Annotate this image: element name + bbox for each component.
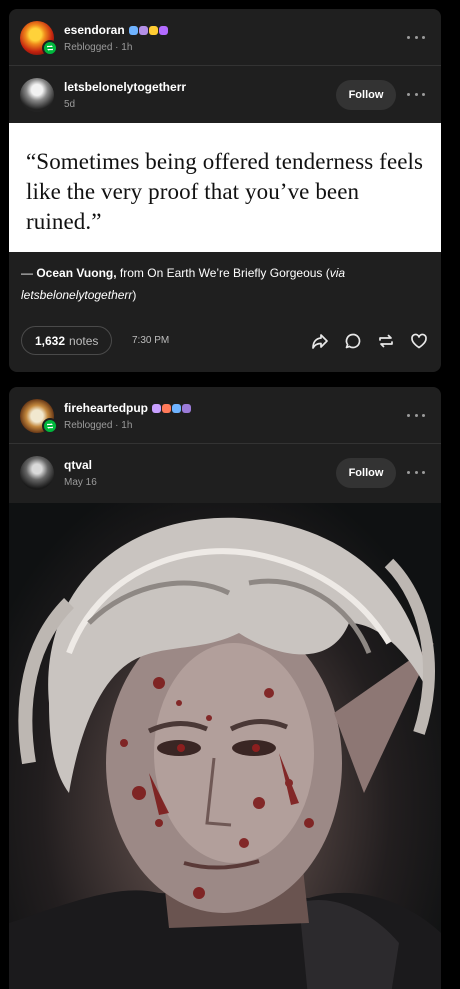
- quote-author: Ocean Vuong,: [36, 266, 117, 280]
- reblog-header: esendoran Reblogged · 1h: [9, 9, 441, 66]
- post-card: fireheartedpup Reblogged · 1h qtval May …: [9, 387, 441, 989]
- follow-button[interactable]: Follow: [336, 80, 396, 110]
- post-age: May 16: [64, 477, 97, 488]
- author-username[interactable]: qtval: [64, 458, 92, 472]
- more-options-icon[interactable]: [407, 86, 425, 102]
- post-actions: [310, 331, 429, 351]
- badge-icon: [148, 25, 158, 35]
- author-header: letsbelonelytogetherr 5d Follow: [9, 66, 441, 123]
- post-footer: 1,632 notes 7:30 PM: [9, 316, 441, 372]
- author-header: qtval May 16 Follow: [9, 444, 441, 501]
- user-badges: [128, 25, 168, 35]
- reblog-meta: Reblogged · 1h: [64, 42, 133, 53]
- quote-text: “Sometimes being offered tenderness feel…: [26, 149, 424, 234]
- follow-button[interactable]: Follow: [336, 458, 396, 488]
- badge-icon: [128, 25, 138, 35]
- reblogger-username[interactable]: fireheartedpup: [64, 401, 192, 415]
- user-badges: [152, 403, 192, 413]
- reblog-header: fireheartedpup Reblogged · 1h: [9, 387, 441, 444]
- reply-icon[interactable]: [343, 331, 363, 351]
- post-age: 5d: [64, 99, 76, 110]
- reblog-icon[interactable]: [376, 331, 396, 351]
- notes-count: 1,632: [35, 333, 66, 348]
- author-username[interactable]: letsbelonelytogetherr: [64, 80, 186, 94]
- post-image[interactable]: [9, 503, 441, 989]
- more-options-icon[interactable]: [407, 407, 425, 423]
- more-options-icon[interactable]: [407, 29, 425, 45]
- badge-icon: [162, 403, 172, 413]
- reblogger-username[interactable]: esendoran: [64, 23, 168, 37]
- badge-icon: [138, 25, 148, 35]
- reblog-meta: Reblogged · 1h: [64, 420, 133, 431]
- dashboard-feed: esendoran Reblogged · 1h letsbelonelytog…: [0, 0, 460, 989]
- share-icon[interactable]: [310, 331, 330, 351]
- author-avatar[interactable]: [20, 456, 54, 490]
- quote-image: “Sometimes being offered tenderness feel…: [9, 123, 441, 252]
- post-card: esendoran Reblogged · 1h letsbelonelytog…: [9, 9, 441, 372]
- badge-icon: [172, 403, 182, 413]
- badge-icon: [182, 403, 192, 413]
- post-caption: — Ocean Vuong, from On Earth We’re Brief…: [21, 266, 346, 302]
- notes-label: notes: [69, 333, 99, 348]
- character-portrait: [9, 517, 441, 989]
- reblog-badge-icon: [42, 418, 58, 434]
- badge-icon: [158, 25, 168, 35]
- author-avatar[interactable]: [20, 78, 54, 112]
- notes-button[interactable]: 1,632 notes: [21, 326, 113, 355]
- more-options-icon[interactable]: [407, 464, 425, 480]
- post-time: 7:30 PM: [132, 335, 170, 346]
- badge-icon: [152, 403, 162, 413]
- like-icon[interactable]: [409, 331, 429, 351]
- reblog-badge-icon: [42, 40, 58, 56]
